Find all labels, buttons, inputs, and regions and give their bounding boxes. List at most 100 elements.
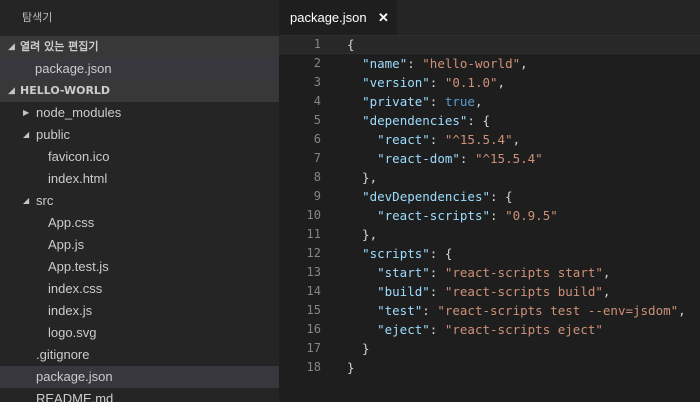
tree-item[interactable]: App.js: [0, 234, 279, 256]
json-string: "react-scripts build": [444, 284, 603, 299]
chevron-right-icon[interactable]: ▶: [23, 102, 29, 124]
tab-package-json[interactable]: package.json ✕: [279, 0, 397, 35]
chevron-expanded-icon[interactable]: ◢: [23, 190, 29, 212]
line-number: 18: [306, 360, 321, 374]
code-line[interactable]: "dependencies": {: [347, 111, 700, 130]
json-key: "dependencies": [362, 113, 468, 128]
code-line[interactable]: "react": "^15.5.4",: [347, 130, 700, 149]
tree-item-label: .gitignore: [36, 347, 90, 362]
chevron-expanded-icon[interactable]: ◢: [23, 124, 29, 146]
code-line[interactable]: "scripts": {: [347, 244, 700, 263]
json-punctuation: ,: [602, 265, 611, 280]
close-icon[interactable]: ✕: [378, 0, 389, 35]
json-punctuation: [347, 151, 377, 166]
json-punctuation: }: [347, 341, 370, 356]
tree-item[interactable]: App.css: [0, 212, 279, 234]
json-punctuation: :: [429, 75, 445, 90]
open-editors-header[interactable]: ◢ 열려 있는 편집기: [0, 36, 279, 58]
code-line[interactable]: "private": true,: [347, 92, 700, 111]
tree-item[interactable]: index.css: [0, 278, 279, 300]
json-punctuation: [347, 189, 362, 204]
tree-item-label: logo.svg: [48, 325, 97, 340]
tree-item[interactable]: package.json: [0, 366, 279, 388]
tree-item[interactable]: favicon.ico: [0, 146, 279, 168]
json-punctuation: },: [347, 227, 378, 242]
tree-item[interactable]: index.html: [0, 168, 279, 190]
json-key: "react-dom": [377, 151, 460, 166]
tree-item-label: index.css: [48, 281, 103, 296]
tree-item[interactable]: README.md: [0, 388, 279, 402]
tree-item[interactable]: ▶ node_modules: [0, 102, 279, 124]
json-punctuation: :: [429, 94, 445, 109]
line-number: 15: [306, 303, 321, 317]
json-punctuation: ,: [497, 75, 506, 90]
code-content[interactable]: { "name": "hello-world", "version": "0.1…: [347, 35, 700, 377]
tree-item[interactable]: index.js: [0, 300, 279, 322]
json-string: "^15.5.4": [474, 151, 543, 166]
code-line[interactable]: {: [347, 35, 700, 54]
json-punctuation: }: [347, 360, 355, 375]
code-line[interactable]: },: [347, 168, 700, 187]
json-punctuation: ,: [474, 94, 483, 109]
json-punctuation: :: [429, 284, 445, 299]
code-line[interactable]: }: [347, 358, 700, 377]
tree-item[interactable]: ◢ public: [0, 124, 279, 146]
line-number: 6: [313, 132, 321, 146]
code-line[interactable]: "devDependencies": {: [347, 187, 700, 206]
code-line[interactable]: "version": "0.1.0",: [347, 73, 700, 92]
folder-label: HELLO-WORLD: [20, 84, 111, 97]
json-punctuation: ,: [678, 303, 686, 318]
code-line[interactable]: "test": "react-scripts test --env=jsdom"…: [347, 301, 700, 320]
line-number: 9: [313, 189, 321, 203]
code-line[interactable]: "start": "react-scripts start",: [347, 263, 700, 282]
code-line[interactable]: "react-scripts": "0.9.5": [347, 206, 700, 225]
chevron-expanded-icon: ◢: [8, 86, 15, 96]
line-number: 14: [306, 284, 321, 298]
json-key: "name": [362, 56, 408, 71]
code-line[interactable]: }: [347, 339, 700, 358]
json-boolean: true: [444, 94, 475, 109]
json-key: "start": [377, 265, 430, 280]
json-string: "0.9.5": [505, 208, 558, 223]
json-punctuation: {: [347, 37, 355, 52]
json-punctuation: : {: [429, 246, 453, 261]
json-punctuation: [347, 284, 377, 299]
json-key: "private": [362, 94, 430, 109]
json-punctuation: :: [490, 208, 506, 223]
json-punctuation: [347, 94, 362, 109]
explorer-sidebar: 탐색기 ◢ 열려 있는 편집기 package.json ◢ HELLO-WOR…: [0, 0, 279, 402]
folder-header[interactable]: ◢ HELLO-WORLD: [0, 80, 279, 102]
json-string: "0.1.0": [444, 75, 498, 90]
json-punctuation: [347, 56, 362, 71]
tree-item[interactable]: ◢ src: [0, 190, 279, 212]
code-line[interactable]: "eject": "react-scripts eject": [347, 320, 700, 339]
json-punctuation: :: [407, 56, 423, 71]
tree-item-label: index.js: [48, 303, 93, 318]
json-punctuation: [347, 113, 362, 128]
json-key: "build": [377, 284, 430, 299]
code-line[interactable]: "react-dom": "^15.5.4": [347, 149, 700, 168]
json-punctuation: ,: [602, 284, 611, 299]
line-number: 16: [306, 322, 321, 336]
line-number: 13: [306, 265, 321, 279]
json-punctuation: [347, 208, 377, 223]
code-line[interactable]: "build": "react-scripts build",: [347, 282, 700, 301]
line-number: 11: [306, 227, 321, 241]
open-editor-item[interactable]: package.json: [0, 58, 279, 80]
json-string: "^15.5.4": [444, 132, 513, 147]
json-punctuation: : {: [490, 189, 513, 204]
code-line[interactable]: },: [347, 225, 700, 244]
json-string: "hello-world": [422, 56, 521, 71]
json-key: "version": [362, 75, 430, 90]
tree-item[interactable]: .gitignore: [0, 344, 279, 366]
json-key: "eject": [377, 322, 430, 337]
code-line[interactable]: "name": "hello-world",: [347, 54, 700, 73]
line-number: 8: [313, 170, 321, 184]
tree-item[interactable]: logo.svg: [0, 322, 279, 344]
vscode-window: 탐색기 ◢ 열려 있는 편집기 package.json ◢ HELLO-WOR…: [0, 0, 700, 402]
tree-item[interactable]: App.test.js: [0, 256, 279, 278]
json-punctuation: [347, 75, 362, 90]
explorer-title: 탐색기: [22, 11, 53, 24]
code-editor[interactable]: 1 2 3 4 5 6 7 8 9 10 11 12 13 14 15 16 17 18 { "name": "h…: [279, 35, 700, 402]
tree-item-label: App.test.js: [48, 259, 109, 274]
